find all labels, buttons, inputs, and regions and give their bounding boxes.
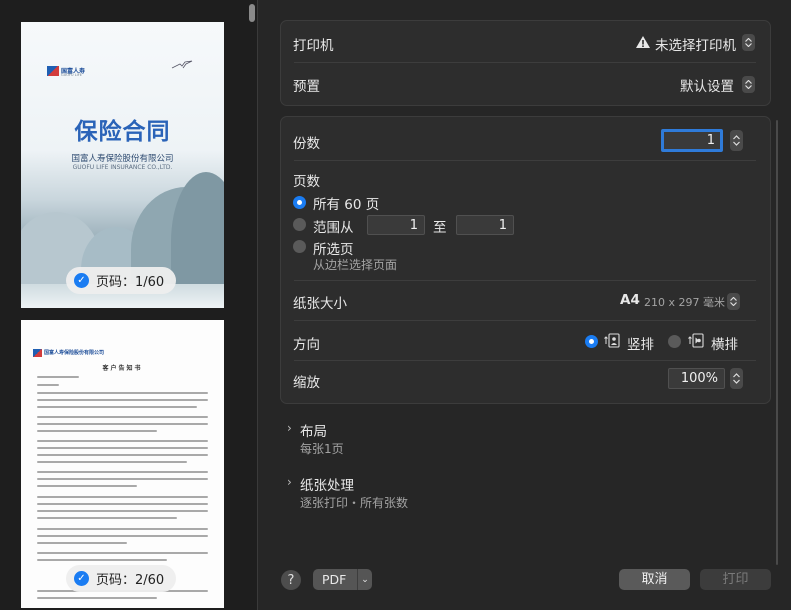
orientation-portrait-radio[interactable]	[585, 335, 598, 348]
help-button[interactable]: ?	[281, 570, 301, 590]
text-line	[37, 535, 208, 537]
warning-icon	[636, 36, 650, 48]
paper-size-value: A4	[620, 292, 640, 308]
range-to-label: 至	[433, 220, 447, 236]
row-divider	[294, 62, 756, 63]
row-divider	[294, 160, 756, 161]
copies-label: 份数	[293, 136, 320, 152]
cancel-button[interactable]: 取消	[619, 569, 690, 590]
pages-range-label: 范围从	[313, 220, 354, 236]
text-line	[37, 423, 208, 425]
range-to-field[interactable]	[456, 215, 514, 235]
paper-handling-label: 纸张处理	[300, 478, 354, 494]
logo-text: 国富人寿保险股份有限公司	[44, 350, 105, 356]
scale-label: 缩放	[293, 375, 320, 391]
pdf-menu-button[interactable]: PDF ⌄	[313, 569, 372, 590]
text-line	[37, 416, 208, 418]
paper-handling-summary: 逐张打印・所有张数	[300, 496, 409, 510]
chevron-right-icon: ›	[287, 421, 292, 435]
cover-company-en: GUOFU LIFE INSURANCE CO.,LTD.	[72, 164, 173, 171]
printer-label: 打印机	[293, 38, 334, 54]
text-line	[37, 485, 137, 487]
sidebar-scrollbar[interactable]	[249, 4, 255, 22]
paper-size-dims: 210 x 297 毫米	[644, 296, 725, 309]
row-divider	[294, 320, 756, 321]
text-line	[37, 454, 208, 456]
portrait-person-icon	[604, 333, 620, 348]
text-line	[37, 552, 208, 554]
cover-title: 保险合同	[74, 119, 171, 145]
layout-summary: 每张1页	[300, 442, 344, 456]
settings-scrollbar[interactable]	[776, 120, 778, 565]
presets-label: 预置	[293, 79, 320, 95]
pages-all-radio[interactable]	[293, 196, 306, 209]
pages-selected-hint: 从边栏选择页面	[313, 258, 398, 272]
text-line	[37, 392, 208, 394]
text-line	[37, 559, 167, 561]
text-line	[37, 597, 157, 599]
text-line	[37, 406, 197, 408]
chevron-down-icon: ⌄	[361, 574, 369, 585]
text-line	[37, 447, 208, 449]
checkmark-icon: ✓	[74, 273, 89, 288]
landscape-person-icon	[688, 333, 704, 348]
orientation-landscape-radio[interactable]	[668, 335, 681, 348]
text-line	[37, 510, 208, 512]
text-line	[37, 503, 208, 505]
page-thumbnail-1[interactable]: 国富人寿 GUOFU LIFE 保险合同 国富人寿保险股份有限公司 GUOFU …	[21, 22, 224, 308]
paper-size-label: 纸张大小	[293, 296, 347, 312]
checkmark-icon: ✓	[74, 571, 89, 586]
printer-value: 未选择打印机	[655, 38, 736, 54]
text-line	[37, 496, 208, 498]
copies-stepper-icon[interactable]	[730, 130, 743, 151]
pdf-label: PDF	[322, 572, 347, 587]
document-heading: 客户告知书	[102, 365, 143, 372]
range-from-field[interactable]	[367, 215, 425, 235]
popup-chevrons-icon	[742, 76, 755, 93]
text-line	[37, 384, 59, 386]
text-line	[37, 528, 208, 530]
text-line	[37, 376, 79, 378]
text-line	[37, 471, 208, 473]
orientation-landscape-label: 横排	[711, 337, 738, 353]
pages-selected-radio[interactable]	[293, 240, 306, 253]
row-divider	[294, 280, 756, 281]
layout-label: 布局	[300, 424, 327, 440]
print-button[interactable]: 打印	[700, 569, 771, 590]
popup-chevrons-icon	[727, 293, 740, 310]
orientation-portrait-label: 竖排	[627, 337, 654, 353]
crane-icon	[171, 60, 193, 69]
page-preview-sidebar: 国富人寿 GUOFU LIFE 保险合同 国富人寿保险股份有限公司 GUOFU …	[0, 0, 258, 610]
orientation-label: 方向	[293, 337, 320, 353]
text-line	[37, 517, 177, 519]
text-line	[37, 440, 208, 442]
page-badge-2[interactable]: ✓ 页码：2/60	[66, 565, 177, 592]
text-line	[37, 399, 208, 401]
cover-company: 国富人寿保险股份有限公司	[71, 154, 174, 164]
pages-label: 页数	[293, 174, 320, 190]
scale-stepper-icon[interactable]	[730, 368, 743, 389]
text-line	[37, 461, 187, 463]
pages-selected-label: 所选页	[313, 242, 354, 258]
company-logo-icon	[33, 349, 42, 357]
text-line	[37, 542, 127, 544]
pages-range-radio[interactable]	[293, 218, 306, 231]
row-divider	[294, 360, 756, 361]
company-logo-icon	[47, 66, 59, 76]
pages-all-label: 所有 60 页	[313, 197, 380, 213]
text-line	[37, 430, 157, 432]
page-badge-label: 页码：2/60	[96, 573, 165, 588]
text-line	[37, 478, 208, 480]
scale-field[interactable]	[668, 368, 725, 389]
chevron-right-icon: ›	[287, 475, 292, 489]
page-badge-1[interactable]: ✓ 页码：1/60	[66, 267, 177, 294]
popup-chevrons-icon	[742, 34, 755, 51]
page-badge-label: 页码：1/60	[96, 275, 165, 290]
logo-subtext: GUOFU LIFE	[61, 73, 82, 77]
presets-value: 默认设置	[680, 79, 734, 95]
copies-field[interactable]	[661, 129, 723, 152]
